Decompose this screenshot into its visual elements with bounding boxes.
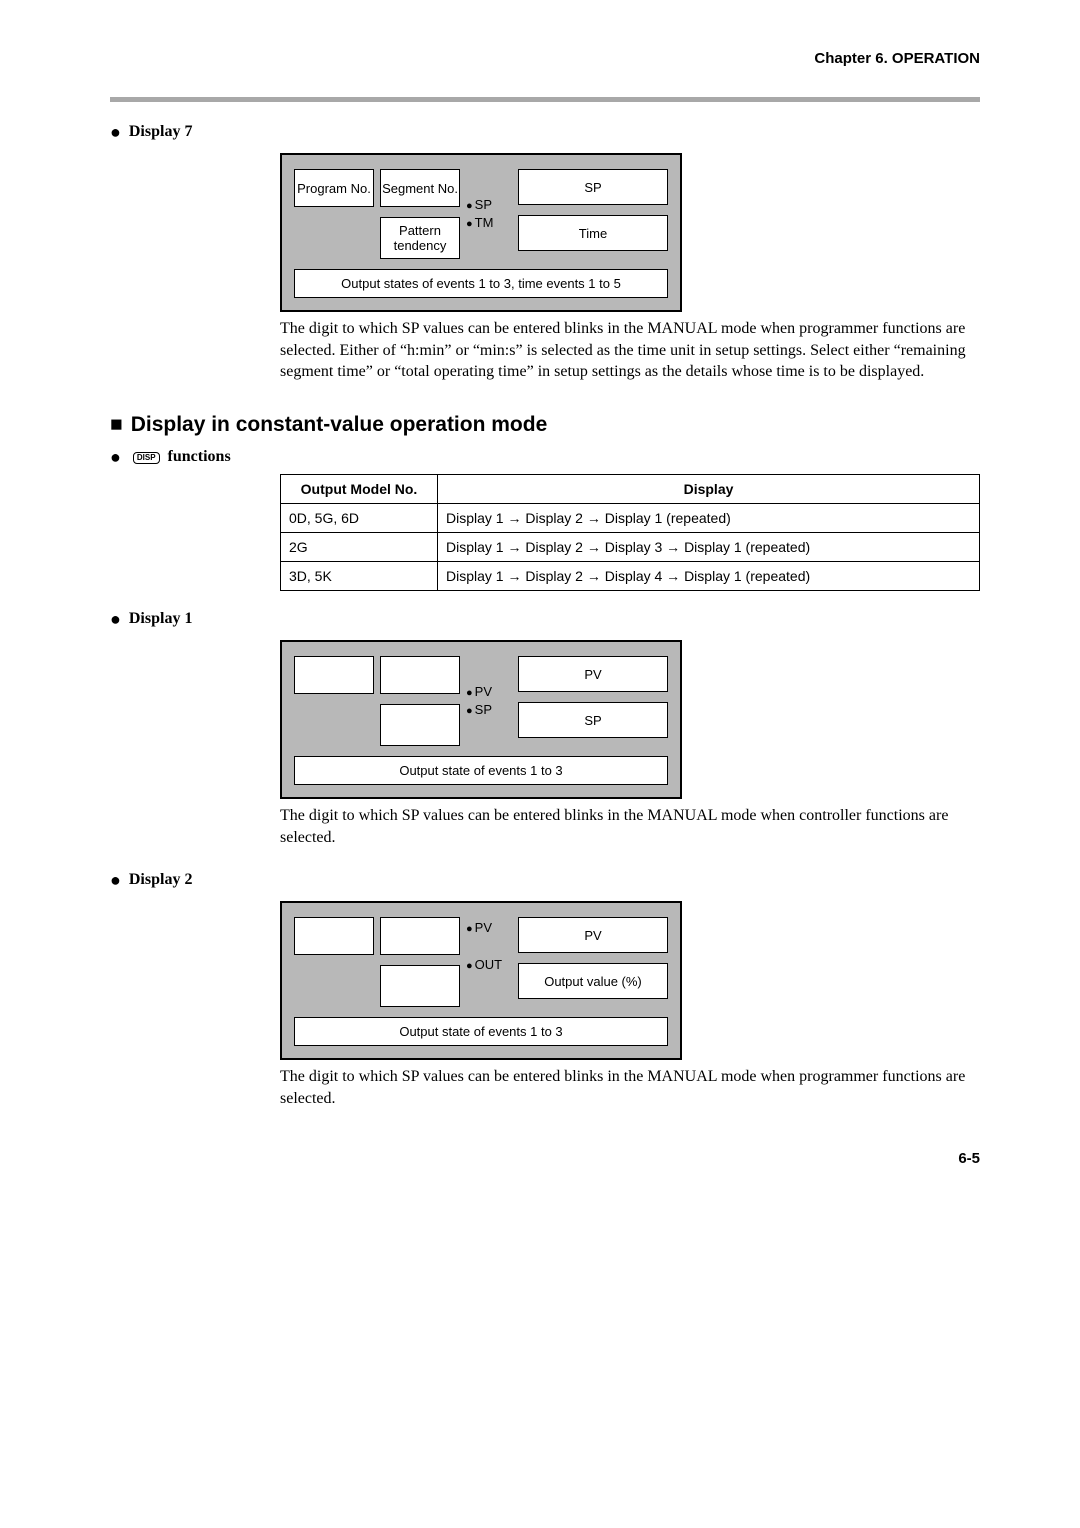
display1-panel: ●PV ●SP PV SP Output state of events 1 t…	[280, 640, 682, 799]
output-value-box: Output value (%)	[518, 963, 668, 999]
empty-box	[380, 965, 460, 1007]
functions-table: Output Model No. Display 0D, 5G, 6D Disp…	[280, 474, 980, 591]
display7-block: Program No. Segment No. Pattern tendency…	[280, 153, 980, 383]
sp-box: SP	[518, 702, 668, 738]
bullet-icon: ●	[110, 122, 121, 142]
display1-label: Display 1	[129, 610, 193, 627]
display1-heading: ● Display 1	[110, 609, 980, 630]
empty-box	[294, 656, 374, 694]
functions-label: functions	[168, 448, 231, 465]
empty-box	[380, 917, 460, 955]
bullet-icon: ●	[110, 609, 121, 629]
indicator-col: ●PV ●OUT	[466, 917, 512, 1007]
time-box: Time	[518, 215, 668, 251]
table-row: 0D, 5G, 6D Display 1 → Display 2 → Displ…	[281, 504, 980, 533]
display2-panel: ●PV ●OUT PV Output value (%) Output stat…	[280, 901, 682, 1060]
sp-box: SP	[518, 169, 668, 205]
pattern-box: Pattern tendency	[380, 217, 460, 259]
display2-bottom: Output state of events 1 to 3	[294, 1017, 668, 1046]
display7-paragraph: The digit to which SP values can be ente…	[280, 318, 980, 383]
page-number: 6-5	[110, 1150, 980, 1167]
cell-model: 3D, 5K	[281, 562, 438, 591]
out-indicator: OUT	[475, 957, 502, 972]
sp-indicator: SP	[475, 702, 492, 717]
empty-box	[380, 656, 460, 694]
display7-bottom: Output states of events 1 to 3, time eve…	[294, 269, 668, 298]
pv-indicator: PV	[475, 920, 492, 935]
cell-display: Display 1 → Display 2 → Display 1 (repea…	[438, 504, 980, 533]
display2-block: ●PV ●OUT PV Output value (%) Output stat…	[280, 901, 980, 1109]
disp-key-icon: DISP	[133, 452, 160, 464]
tm-indicator: TM	[475, 215, 494, 230]
display7-panel: Program No. Segment No. Pattern tendency…	[280, 153, 682, 312]
functions-table-wrap: Output Model No. Display 0D, 5G, 6D Disp…	[280, 474, 980, 591]
display1-bottom: Output state of events 1 to 3	[294, 756, 668, 785]
cell-model: 0D, 5G, 6D	[281, 504, 438, 533]
pv-indicator: PV	[475, 684, 492, 699]
cell-model: 2G	[281, 533, 438, 562]
pv-box: PV	[518, 917, 668, 953]
functions-heading: ● DISP functions	[110, 447, 980, 468]
cell-display: Display 1 → Display 2 → Display 4 → Disp…	[438, 562, 980, 591]
display1-block: ●PV ●SP PV SP Output state of events 1 t…	[280, 640, 980, 848]
display7-label: Display 7	[129, 123, 193, 140]
sp-indicator: SP	[475, 197, 492, 212]
display1-paragraph: The digit to which SP values can be ente…	[280, 805, 980, 848]
segment-no-box: Segment No.	[380, 169, 460, 207]
bullet-icon: ●	[110, 447, 121, 467]
pv-box: PV	[518, 656, 668, 692]
bullet-icon: ●	[110, 870, 121, 890]
table-row: 3D, 5K Display 1 → Display 2 → Display 4…	[281, 562, 980, 591]
table-header-display: Display	[438, 475, 980, 504]
indicator-col: ●PV ●SP	[466, 656, 512, 746]
table-header-model: Output Model No.	[281, 475, 438, 504]
display2-heading: ● Display 2	[110, 870, 980, 891]
display7-heading: ● Display 7	[110, 122, 980, 143]
display2-paragraph: The digit to which SP values can be ente…	[280, 1066, 980, 1109]
square-icon: ■	[110, 413, 123, 436]
top-divider	[110, 97, 980, 102]
display2-label: Display 2	[129, 872, 193, 889]
table-row: 2G Display 1 → Display 2 → Display 3 → D…	[281, 533, 980, 562]
cell-display: Display 1 → Display 2 → Display 3 → Disp…	[438, 533, 980, 562]
program-no-box: Program No.	[294, 169, 374, 207]
section-label: Display in constant-value operation mode	[131, 413, 548, 436]
section-heading: ■ Display in constant-value operation mod…	[110, 413, 980, 437]
empty-box	[294, 917, 374, 955]
chapter-header: Chapter 6. OPERATION	[110, 50, 980, 67]
indicator-col: ●SP ●TM	[466, 169, 512, 259]
empty-box	[380, 704, 460, 746]
